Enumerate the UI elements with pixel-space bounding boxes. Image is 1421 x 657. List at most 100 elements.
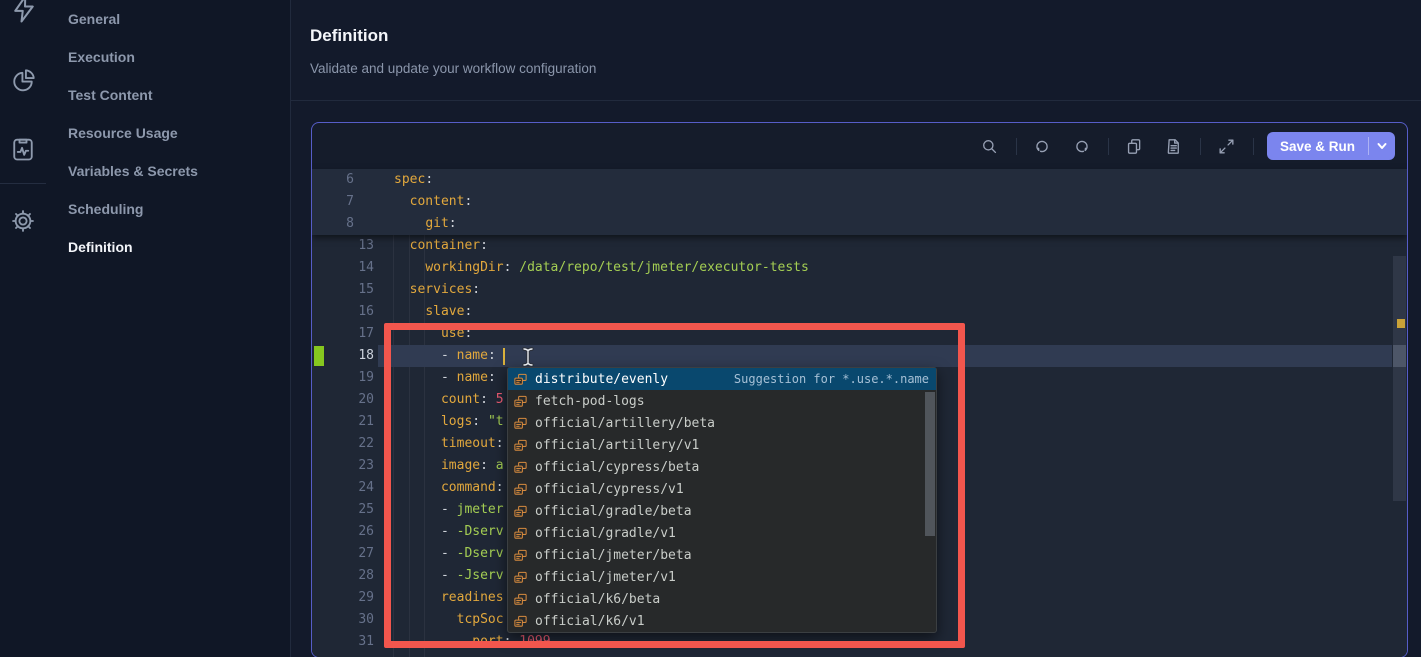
icon-rail: [0, 0, 46, 657]
line-number: 17: [313, 323, 374, 345]
gutter-change-marker: [314, 346, 324, 366]
pie-chart-icon[interactable]: [9, 67, 37, 95]
code-line[interactable]: 31 port: 1099: [313, 631, 1408, 653]
suggestion-item[interactable]: official/gradle/v1: [508, 522, 936, 544]
suggestion-label: official/k6/v1: [535, 614, 645, 629]
sidebar-item-scheduling[interactable]: Scheduling: [46, 190, 290, 228]
redo-icon[interactable]: [1069, 133, 1095, 159]
toolbar-divider: [1016, 138, 1017, 155]
suggestion-kind-icon: [513, 526, 528, 541]
suggestion-item[interactable]: official/jmeter/v1: [508, 566, 936, 588]
suggestion-item[interactable]: official/gradle/beta: [508, 500, 936, 522]
code-line[interactable]: 17 use:: [313, 323, 1408, 345]
sidebar-item-general[interactable]: General: [46, 0, 290, 38]
code-line[interactable]: 14 workingDir: /data/repo/test/jmeter/ex…: [313, 257, 1408, 279]
report-clipboard-icon[interactable]: [9, 135, 37, 163]
code-text: - -Dserv: [394, 521, 504, 543]
toolbar-divider: [1200, 138, 1201, 155]
suggestion-kind-icon: [513, 394, 528, 409]
page: GeneralExecutionTest ContentResource Usa…: [0, 0, 1421, 657]
code-text: - name:: [394, 367, 504, 389]
code-text: - -Dserv: [394, 543, 504, 565]
suggestion-item[interactable]: official/artillery/beta: [508, 412, 936, 434]
sidebar-item-variables-secrets[interactable]: Variables & Secrets: [46, 152, 290, 190]
code-line[interactable]: 7 content:: [313, 191, 1408, 213]
suggestion-item[interactable]: fetch-pod-logs: [508, 390, 936, 412]
chevron-down-icon[interactable]: [1369, 132, 1395, 160]
code-text: image: a: [394, 455, 504, 477]
header-divider: [291, 100, 1421, 101]
code-line[interactable]: 13 container:: [313, 235, 1408, 257]
rail-divider: [0, 183, 46, 184]
suggestion-label: official/gradle/v1: [535, 526, 676, 541]
suggestion-label: distribute/evenly: [535, 372, 668, 387]
search-icon[interactable]: [977, 133, 1003, 159]
suggestion-item[interactable]: official/k6/beta: [508, 588, 936, 610]
line-number: 30: [313, 609, 374, 631]
suggestion-kind-icon: [513, 614, 528, 629]
line-number: 6: [313, 169, 354, 191]
code-text: tcpSoc: [394, 609, 504, 631]
text-caret: [503, 348, 505, 365]
code-line[interactable]: 8 git:: [313, 213, 1408, 235]
code-line[interactable]: 6 spec:: [313, 169, 1408, 191]
code-text: timeout:: [394, 433, 504, 455]
suggestion-kind-icon: [513, 438, 528, 453]
sidebar: GeneralExecutionTest ContentResource Usa…: [46, 0, 290, 266]
sidebar-item-resource-usage[interactable]: Resource Usage: [46, 114, 290, 152]
zap-icon[interactable]: [9, 0, 39, 25]
gear-icon[interactable]: [9, 207, 37, 235]
line-number: 28: [313, 565, 374, 587]
definition-editor-panel: Save & Run 13 container:14 workingDir: /…: [311, 122, 1408, 657]
code-line[interactable]: 18 - name:: [313, 345, 1408, 367]
suggestion-item[interactable]: official/artillery/v1: [508, 434, 936, 456]
editor-scrollbar-thumb[interactable]: [1393, 256, 1406, 501]
suggestion-label: official/cypress/beta: [535, 460, 699, 475]
line-number: 26: [313, 521, 374, 543]
fullscreen-icon[interactable]: [1214, 133, 1240, 159]
content-left-divider: [290, 0, 291, 657]
suggestion-kind-icon: [513, 570, 528, 585]
suggestion-label: official/jmeter/v1: [535, 570, 676, 585]
line-number: 29: [313, 587, 374, 609]
code-text: content:: [394, 191, 472, 213]
undo-icon[interactable]: [1030, 133, 1056, 159]
line-number: 25: [313, 499, 374, 521]
line-number: 22: [313, 433, 374, 455]
toolbar-divider: [1253, 138, 1254, 155]
line-number: 31: [313, 631, 374, 653]
page-subtitle: Validate and update your workflow config…: [310, 61, 596, 76]
line-number: 13: [313, 235, 374, 257]
suggestion-kind-icon: [513, 504, 528, 519]
suggestion-item[interactable]: official/cypress/beta: [508, 456, 936, 478]
suggestion-item[interactable]: official/jmeter/beta: [508, 544, 936, 566]
suggestion-kind-icon: [513, 548, 528, 563]
line-number: 20: [313, 389, 374, 411]
code-text: services:: [394, 279, 480, 301]
sidebar-item-execution[interactable]: Execution: [46, 38, 290, 76]
editor-toolbar: Save & Run: [312, 123, 1407, 169]
suggestion-item[interactable]: official/k6/v1: [508, 610, 936, 632]
sidebar-item-test-content[interactable]: Test Content: [46, 76, 290, 114]
code-text: port: 1099: [394, 631, 551, 653]
code-text: workingDir: /data/repo/test/jmeter/execu…: [394, 257, 809, 279]
sidebar-item-definition[interactable]: Definition: [46, 228, 290, 266]
copy-icon[interactable]: [1122, 133, 1148, 159]
overview-ruler-change-marker: [1397, 319, 1405, 328]
code-line[interactable]: 16 slave:: [313, 301, 1408, 323]
sticky-scroll-lines: 6 spec:7 content:8 git:: [312, 169, 1407, 235]
suggestion-item[interactable]: distribute/evenlySuggestion for *.use.*.…: [508, 368, 936, 390]
paste-document-icon[interactable]: [1161, 133, 1187, 159]
code-text: readines: [394, 587, 504, 609]
code-text: - -Jserv: [394, 565, 504, 587]
suggestion-label: fetch-pod-logs: [535, 394, 645, 409]
dropdown-scrollbar-thumb[interactable]: [925, 392, 935, 536]
suggestion-item[interactable]: official/cypress/v1: [508, 478, 936, 500]
code-line[interactable]: 15 services:: [313, 279, 1408, 301]
save-and-run-button[interactable]: Save & Run: [1267, 132, 1368, 160]
suggestion-label: official/artillery/beta: [535, 416, 715, 431]
code-text: spec:: [394, 169, 433, 191]
line-number: 16: [313, 301, 374, 323]
code-text: - name:: [394, 345, 504, 367]
suggestion-label: official/jmeter/beta: [535, 548, 692, 563]
